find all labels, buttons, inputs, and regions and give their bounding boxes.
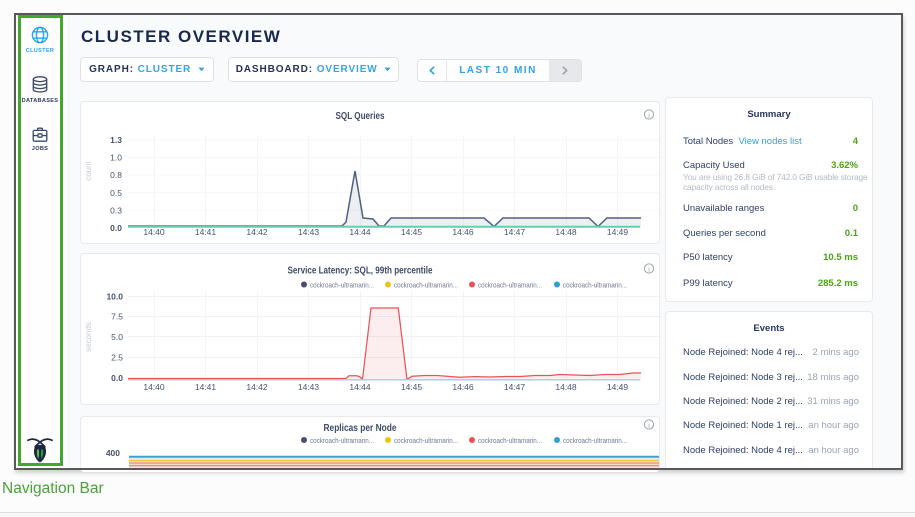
svg-text:1.3: 1.3 (110, 135, 122, 145)
svg-text:14:44: 14:44 (349, 227, 371, 237)
svg-text:i: i (648, 111, 650, 120)
svg-text:cockroach-ultramarin...: cockroach-ultramarin... (310, 436, 374, 445)
svg-text:2.5: 2.5 (111, 353, 123, 363)
svg-text:14:45: 14:45 (401, 227, 423, 237)
svg-text:Replicas per Node: Replicas per Node (324, 423, 397, 434)
svg-text:14:44: 14:44 (349, 382, 371, 392)
svg-text:14:42: 14:42 (246, 382, 268, 392)
svg-text:cockroach-ultramarin...: cockroach-ultramarin... (394, 281, 458, 290)
svg-text:5.0: 5.0 (111, 332, 123, 342)
svg-text:14:41: 14:41 (195, 227, 217, 237)
svg-text:i: i (648, 421, 650, 430)
svg-text:0.8: 0.8 (110, 170, 122, 180)
svg-text:0.5: 0.5 (110, 188, 122, 198)
svg-text:count: count (84, 160, 93, 180)
svg-text:cockroach-ultramarin...: cockroach-ultramarin... (563, 436, 627, 445)
svg-text:cockroach-ultramarin...: cockroach-ultramarin... (478, 281, 542, 290)
svg-text:1.0: 1.0 (110, 153, 122, 163)
svg-text:10.0: 10.0 (106, 292, 123, 302)
svg-text:14:45: 14:45 (401, 382, 423, 392)
svg-text:14:46: 14:46 (452, 382, 474, 392)
svg-text:14:42: 14:42 (246, 227, 268, 237)
svg-text:seconds: seconds (84, 322, 93, 352)
svg-text:SQL Queries: SQL Queries (336, 111, 385, 122)
svg-text:14:41: 14:41 (195, 382, 217, 392)
svg-text:14:46: 14:46 (452, 227, 474, 237)
svg-text:7.5: 7.5 (111, 312, 123, 322)
svg-text:0.0: 0.0 (111, 373, 123, 383)
svg-text:cockroach-ultramarin...: cockroach-ultramarin... (563, 281, 627, 290)
svg-text:14:49: 14:49 (607, 227, 629, 237)
svg-text:cockroach-ultramarin...: cockroach-ultramarin... (310, 281, 374, 290)
svg-text:400: 400 (106, 448, 120, 458)
svg-text:14:49: 14:49 (607, 382, 629, 392)
svg-text:cockroach-ultramarin...: cockroach-ultramarin... (394, 436, 458, 445)
svg-text:0.0: 0.0 (110, 223, 122, 233)
svg-text:Service Latency: SQL, 99th per: Service Latency: SQL, 99th percentile (288, 266, 433, 277)
svg-text:14:48: 14:48 (555, 382, 577, 392)
svg-text:14:43: 14:43 (298, 382, 320, 392)
svg-text:14:48: 14:48 (555, 227, 577, 237)
svg-text:0.3: 0.3 (110, 205, 122, 215)
svg-text:14:43: 14:43 (298, 227, 320, 237)
svg-text:14:47: 14:47 (504, 227, 526, 237)
svg-text:i: i (648, 265, 650, 274)
svg-text:14:47: 14:47 (504, 382, 526, 392)
svg-text:14:40: 14:40 (143, 382, 165, 392)
svg-text:14:40: 14:40 (143, 227, 165, 237)
svg-text:cockroach-ultramarin...: cockroach-ultramarin... (478, 436, 542, 445)
